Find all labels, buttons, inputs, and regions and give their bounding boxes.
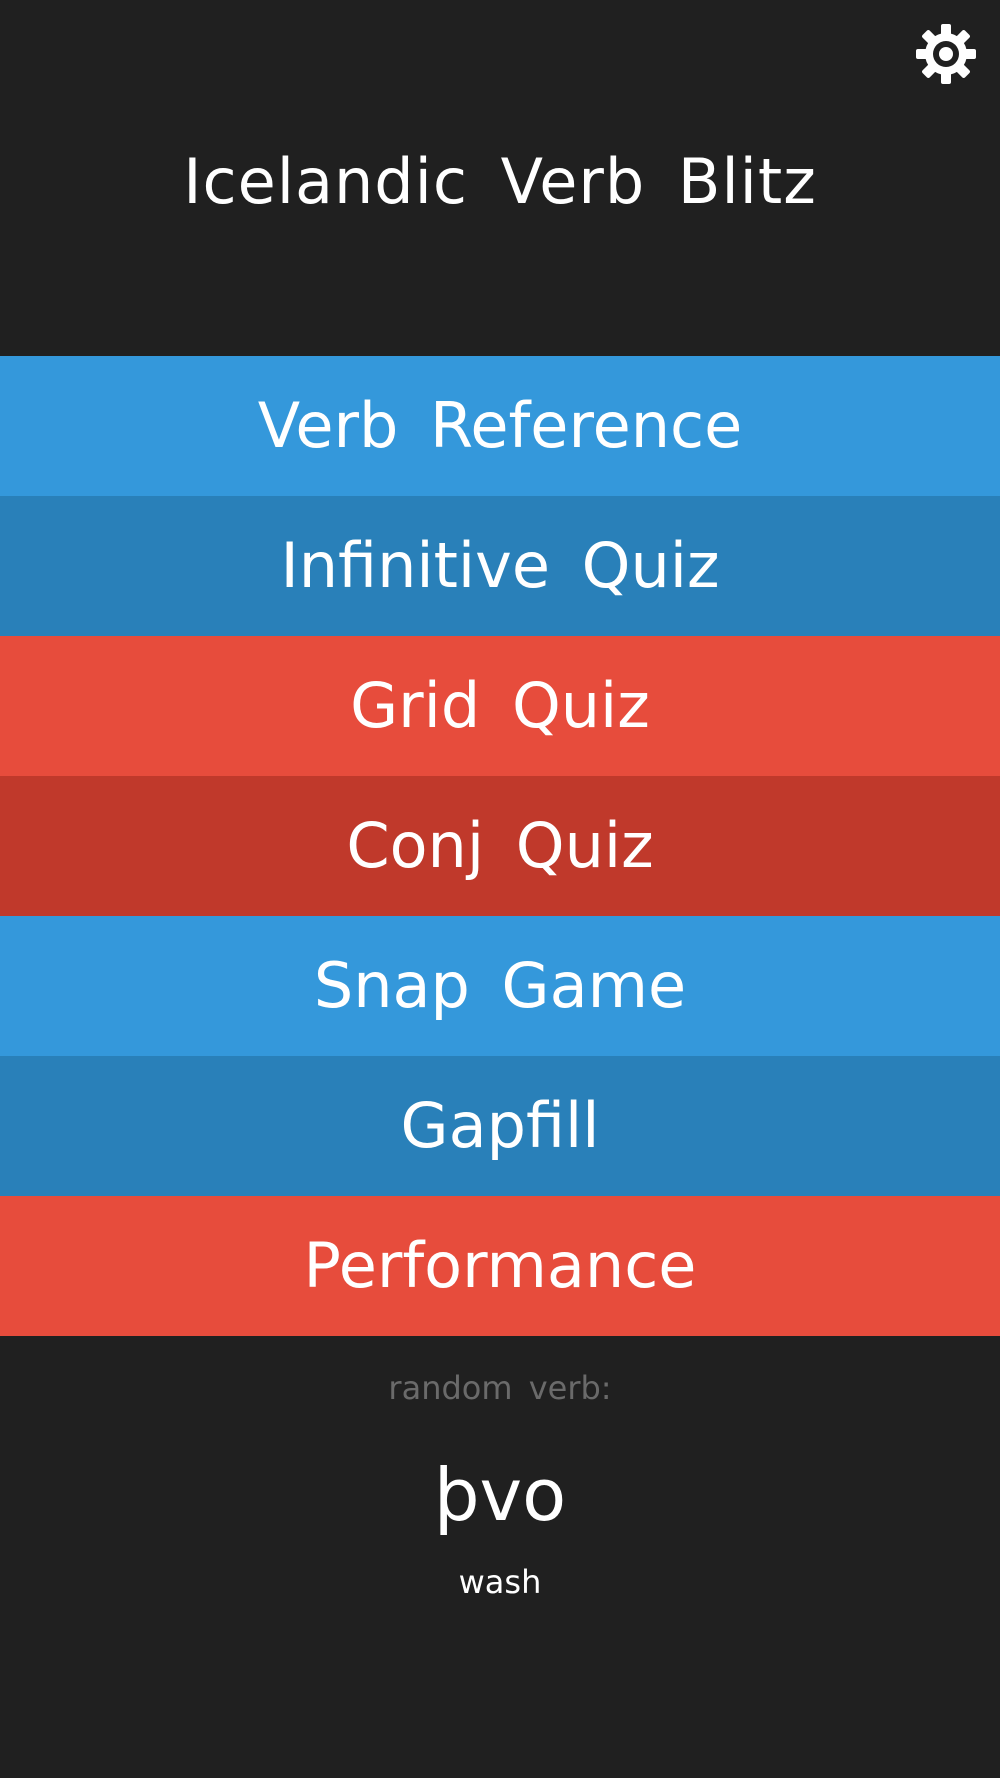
header: Icelandic Verb Blitz (0, 0, 1000, 356)
random-verb[interactable]: þvo (0, 1450, 1000, 1540)
grid-quiz-label: Grid Quiz (350, 669, 650, 742)
app-title: Icelandic Verb Blitz (183, 145, 817, 218)
gapfill-button[interactable]: Gapfill (0, 1056, 1000, 1196)
conj-quiz-label: Conj Quiz (346, 809, 654, 882)
snap-game-button[interactable]: Snap Game (0, 916, 1000, 1056)
gapfill-label: Gapfill (400, 1089, 600, 1162)
settings-button[interactable] (914, 22, 978, 86)
performance-button[interactable]: Performance (0, 1196, 1000, 1336)
snap-game-label: Snap Game (313, 949, 687, 1022)
random-verb-translation: wash (458, 1563, 542, 1601)
gear-icon (916, 24, 976, 84)
performance-label: Performance (303, 1229, 697, 1302)
verb-reference-label: Verb Reference (257, 389, 743, 462)
infinitive-quiz-button[interactable]: Infinitive Quiz (0, 496, 1000, 636)
grid-quiz-button[interactable]: Grid Quiz (0, 636, 1000, 776)
conj-quiz-button[interactable]: Conj Quiz (0, 776, 1000, 916)
infinitive-quiz-label: Infinitive Quiz (280, 529, 720, 602)
random-verb-label: random verb: (388, 1369, 612, 1407)
verb-reference-button[interactable]: Verb Reference (0, 356, 1000, 496)
main-menu: Verb Reference Infinitive Quiz Grid Quiz… (0, 356, 1000, 1336)
